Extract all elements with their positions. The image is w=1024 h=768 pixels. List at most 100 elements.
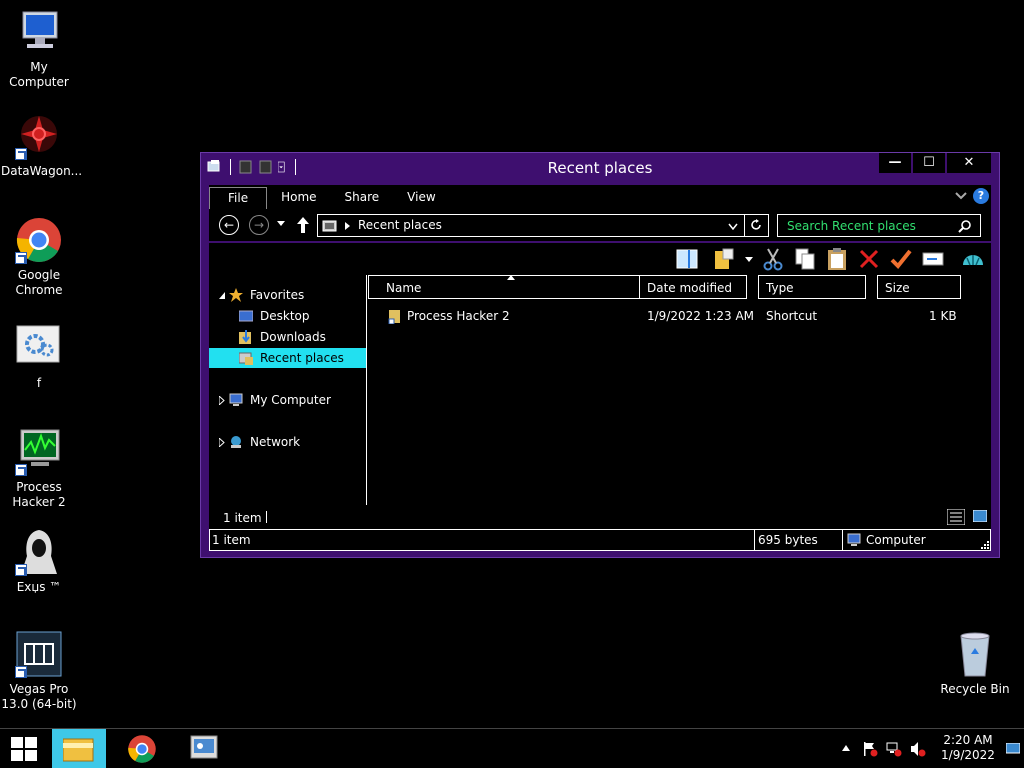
shell-icon[interactable] <box>961 247 985 271</box>
desktop-icon-label: Vegas Pro 13.0 (64-bit) <box>1 682 77 711</box>
shortcut-arrow-icon <box>15 564 27 576</box>
table-row[interactable]: Process Hacker 2 1/9/2022 1:23 AM Shortc… <box>368 305 991 327</box>
column-header-date-modified[interactable]: Date modified <box>639 275 747 299</box>
item-count: 1 item <box>223 511 262 525</box>
nav-item-network[interactable]: Network <box>209 432 366 452</box>
nav-item-downloads[interactable]: Downloads <box>209 327 366 347</box>
desktop-icon-process-hacker[interactable]: Process Hacker 2 <box>1 428 77 510</box>
desktop-icon-label: DataWagon... <box>1 164 83 178</box>
large-icons-view-icon[interactable] <box>973 510 987 522</box>
desktop-icon-datawagon[interactable]: DataWagon... <box>1 112 83 179</box>
expand-ribbon-icon[interactable] <box>955 191 967 201</box>
back-button[interactable]: ← <box>219 215 239 235</box>
details-view-icon[interactable] <box>947 509 965 525</box>
recycle-bin-icon <box>951 630 999 678</box>
status-bar: 1 item <box>209 505 991 529</box>
selected-items: 1 item <box>212 533 251 547</box>
start-button[interactable] <box>0 729 54 768</box>
search-placeholder: Search Recent places <box>787 219 916 233</box>
taskbar-control-panel[interactable] <box>178 729 232 768</box>
chrome-icon <box>15 216 63 264</box>
network-status-icon[interactable] <box>886 741 902 757</box>
show-hidden-icons-chevron-icon[interactable] <box>842 745 850 751</box>
shortcut-folder-icon <box>388 310 400 324</box>
tab-share[interactable]: Share <box>331 185 394 209</box>
breadcrumb[interactable]: Recent places <box>358 218 442 232</box>
search-icon[interactable] <box>958 219 972 233</box>
network-icon <box>231 436 241 448</box>
content-area: Favorites Desktop Downloads Recent place… <box>209 275 991 505</box>
resize-grip-icon[interactable] <box>981 541 989 549</box>
command-toolbar <box>209 243 991 275</box>
forward-button[interactable]: → <box>249 215 269 235</box>
nav-item-favorites[interactable]: Favorites <box>209 285 366 305</box>
volume-muted-icon[interactable] <box>910 741 926 757</box>
file-type: Shortcut <box>766 309 818 323</box>
address-bar[interactable]: Recent places <box>317 214 769 237</box>
column-header-size[interactable]: Size <box>877 275 961 299</box>
delete-icon[interactable] <box>857 247 881 271</box>
datawagon-icon <box>15 112 63 160</box>
nav-item-label: Desktop <box>260 309 310 323</box>
clock-date: 1/9/2022 <box>941 748 995 762</box>
collapse-triangle-icon[interactable] <box>219 438 225 447</box>
recent-locations-chevron-icon[interactable] <box>277 221 285 227</box>
desktop-icon-recycle-bin[interactable]: Recycle Bin <box>937 630 1013 697</box>
desktop-icon-exus[interactable]: Exџs ™ <box>1 528 77 595</box>
folder-options-icon[interactable] <box>713 247 737 271</box>
settings-file-icon <box>15 324 63 372</box>
nav-item-recent-places[interactable]: Recent places <box>209 348 366 368</box>
copy-icon[interactable] <box>793 247 817 271</box>
help-icon[interactable]: ? <box>973 188 989 204</box>
close-button[interactable]: ✕ <box>947 153 991 173</box>
desktop-icon-google-chrome[interactable]: Google Chrome <box>1 216 77 298</box>
show-desktop-icon[interactable] <box>1006 743 1020 755</box>
taskbar-file-explorer[interactable] <box>52 729 106 768</box>
maximize-button[interactable]: ☐ <box>913 153 945 173</box>
desktop-icon-vegas-pro[interactable]: Vegas Pro 13.0 (64-bit) <box>1 630 77 712</box>
control-panel-icon <box>190 735 218 759</box>
rename-icon[interactable] <box>921 247 945 271</box>
collapse-triangle-icon[interactable] <box>219 396 225 405</box>
nav-item-my-computer[interactable]: My Computer <box>209 390 366 410</box>
desktop-icon <box>239 310 253 322</box>
breadcrumb-chevron-icon[interactable] <box>345 222 351 230</box>
navigation-pane: Favorites Desktop Downloads Recent place… <box>209 275 367 505</box>
nav-item-label: My Computer <box>250 393 331 407</box>
desktop-icon-label: Exџs ™ <box>16 580 62 594</box>
shortcut-arrow-icon <box>15 666 27 678</box>
title-bar[interactable]: Recent places — ☐ ✕ <box>201 153 999 183</box>
tab-view[interactable]: View <box>393 185 449 209</box>
desktop-icon-my-computer[interactable]: My Computer <box>1 8 77 90</box>
column-header-type[interactable]: Type <box>758 275 866 299</box>
nav-item-label: Favorites <box>250 288 305 302</box>
nav-item-label: Downloads <box>260 330 326 344</box>
search-input[interactable]: Search Recent places <box>777 214 981 237</box>
action-center-flag-icon[interactable] <box>862 741 878 757</box>
nav-item-label: Network <box>250 435 301 449</box>
expand-triangle-icon[interactable] <box>219 292 226 299</box>
downloads-folder-icon <box>239 330 251 344</box>
total-size: 695 bytes <box>758 533 818 547</box>
desktop-icon-label: Process Hacker 2 <box>12 480 66 509</box>
column-header-name[interactable]: Name <box>368 275 640 299</box>
system-tray <box>840 729 936 768</box>
preview-pane-icon[interactable] <box>675 247 699 271</box>
chevron-down-icon[interactable] <box>745 257 753 263</box>
minimize-button[interactable]: — <box>879 153 911 173</box>
chrome-icon <box>128 735 156 763</box>
taskbar-chrome[interactable] <box>116 729 170 768</box>
up-arrow-icon[interactable] <box>297 217 309 233</box>
refresh-icon[interactable] <box>750 219 762 231</box>
recent-places-icon <box>322 220 337 232</box>
paste-icon[interactable] <box>825 247 849 271</box>
address-dropdown-icon[interactable] <box>728 223 738 230</box>
cut-icon[interactable] <box>761 247 785 271</box>
nav-item-desktop[interactable]: Desktop <box>209 306 366 326</box>
explorer-window[interactable]: Recent places — ☐ ✕ File Home Share View… <box>200 152 1000 558</box>
checkmark-icon[interactable] <box>889 247 913 271</box>
tab-home[interactable]: Home <box>267 185 330 209</box>
clock[interactable]: 2:20 AM 1/9/2022 <box>936 733 1000 763</box>
tab-file[interactable]: File <box>209 186 268 209</box>
desktop-icon-f[interactable]: f <box>1 324 77 391</box>
